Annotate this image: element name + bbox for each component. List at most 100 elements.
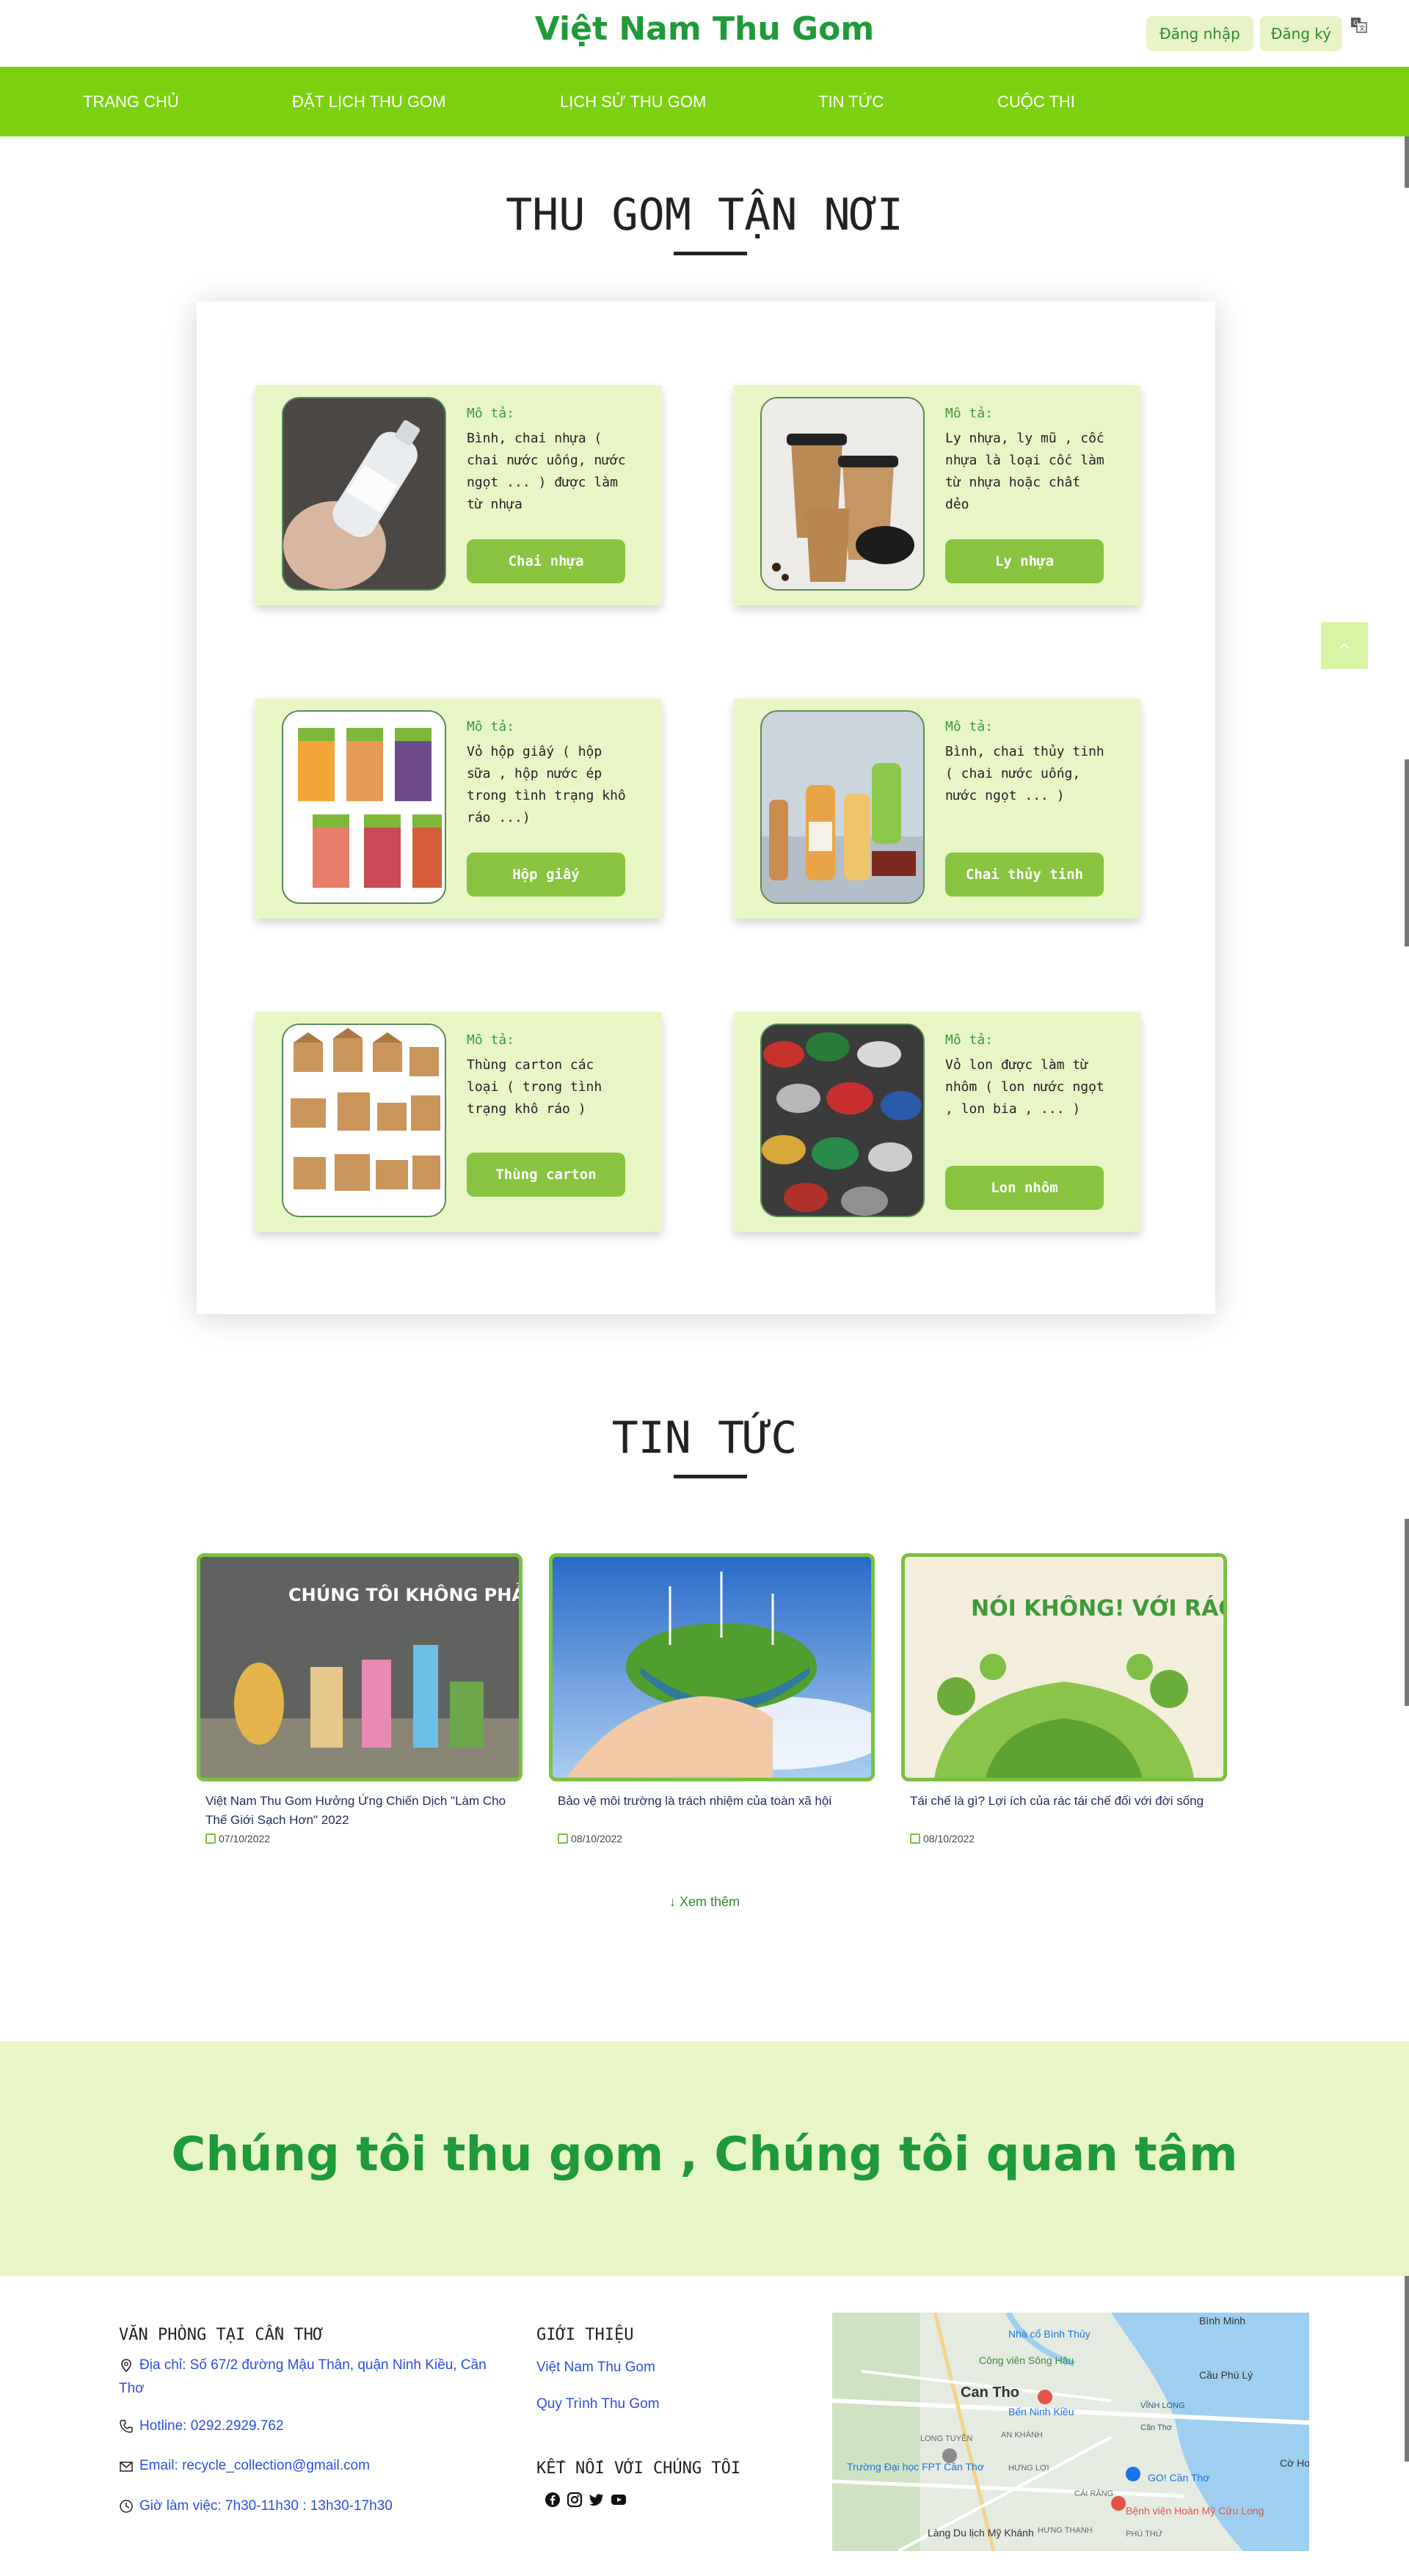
intro-heading: GIỚI THIỆU (536, 2326, 634, 2344)
intro-link-process[interactable]: Quy Trình Thu Gom (536, 2396, 660, 2412)
aluminum-cans-button[interactable]: Lon nhôm (945, 1166, 1104, 1210)
main-nav: TRANG CHỦ ĐẶT LỊCH THU GOM LỊCH SỬ THU G… (0, 67, 1409, 136)
plastic-cups-image (760, 397, 925, 591)
collection-card: Mô tả: Vỏ hộp giấy ( hộp sữa , hộp nước … (255, 698, 662, 919)
news-item-title[interactable]: Việt Nam Thu Gom Hưởng Ứng Chiến Dịch "L… (205, 1792, 514, 1830)
calendar-icon (558, 1834, 568, 1844)
register-button[interactable]: Đăng ký (1260, 16, 1342, 51)
collection-card: Mô tả: Ly nhựa, ly mũ , cốc nhựa là loại… (734, 385, 1140, 605)
item-description: Bình, chai nhựa ( chai nước uống, nước n… (467, 431, 626, 512)
news-date: 08/10/2022 (910, 1833, 975, 1847)
map-label: AN KHÁNH (1001, 2430, 1043, 2440)
map-label: Trường Đại học FPT Cần Thơ (847, 2461, 984, 2473)
map-label: Cờ Ho (1280, 2457, 1309, 2469)
instagram-icon[interactable] (567, 2492, 583, 2508)
collection-card: Mô tả: Vỏ lon được làm từ nhôm ( lon nướ… (734, 1012, 1140, 1232)
svg-text:文: 文 (1359, 24, 1365, 32)
calendar-icon (205, 1834, 216, 1844)
email-icon (120, 2462, 133, 2472)
footer-hours: Giờ làm việc: 7h30-11h30 : 13h30-17h30 (139, 2498, 393, 2514)
news-date-text: 08/10/2022 (571, 1833, 623, 1845)
map-label: HƯNG LỢI (1008, 2464, 1049, 2473)
glass-bottles-button[interactable]: Chai thủy tinh (945, 853, 1104, 897)
cardboard-boxes-button[interactable]: Thùng carton (467, 1153, 625, 1197)
connect-heading: KẾT NỐI VỚI CHÚNG TÔI (536, 2459, 741, 2478)
aluminum-cans-image (760, 1024, 925, 1217)
footer-address: Địa chỉ: Số 67/2 đường Mậu Thân, quận Ni… (119, 2357, 487, 2396)
translate-icon[interactable]: G 文 (1350, 16, 1368, 34)
top-header: Việt Nam Thu Gom Đăng nhập Đăng ký G 文 (0, 0, 1409, 67)
collection-panel: Mô tả: Bình, chai nhựa ( chai nước uống,… (197, 302, 1215, 1314)
news-image[interactable]: NÓI KHÔNG! VỚI RÁC THẢI NHỰA (901, 1553, 1227, 1781)
chevron-up-icon (1339, 643, 1350, 649)
map-label: HƯNG THẠNH (1038, 2526, 1093, 2535)
map-label: Bệnh viện Hoàn Mỹ Cửu Long (1126, 2505, 1264, 2517)
map-label: VĨNH LONG (1140, 2401, 1185, 2410)
login-button[interactable]: Đăng nhập (1146, 16, 1253, 51)
plastic-bottle-image (282, 397, 446, 591)
intro-link-about[interactable]: Việt Nam Thu Gom (536, 2360, 655, 2376)
map-label: LONG TUYỀN (920, 2434, 972, 2443)
news-item-title[interactable]: Tái chế là gì? Lợi ích của rác tái chế đ… (910, 1792, 1218, 1811)
youtube-icon[interactable] (611, 2492, 627, 2508)
footer-email[interactable]: Email: recycle_collection@gmail.com (139, 2454, 370, 2478)
edge-mark (1405, 2274, 1409, 2462)
news-title: TIN TỨC (611, 1412, 798, 1464)
collection-title-underline (674, 252, 747, 255)
paper-cartons-button[interactable]: Hộp giấy (467, 853, 625, 897)
nav-item-schedule[interactable]: ĐẶT LỊCH THU GOM (292, 67, 445, 136)
collection-card: Mô tả: Thùng carton các loại ( trong tìn… (255, 1012, 662, 1232)
facebook-icon[interactable] (545, 2492, 561, 2508)
nav-item-contest[interactable]: CUỘC THI (997, 67, 1075, 136)
calendar-icon (910, 1834, 920, 1844)
collection-title: THU GOM TẬN NƠI (506, 189, 903, 241)
news-date-text: 07/10/2022 (219, 1833, 271, 1845)
footer-hotline[interactable]: Hotline: 0292.2929.762 (139, 2415, 284, 2438)
news-image[interactable]: CHÚNG TÔI KHÔNG PHẢI LÀ RÁC (197, 1553, 523, 1781)
collection-card: Mô tả: Bình, chai thủy tinh ( chai nước … (734, 698, 1140, 919)
item-description: Vỏ hộp giấy ( hộp sữa , hộp nước ép tron… (467, 744, 626, 825)
map-label: Cầu Phú Lý (1199, 2369, 1253, 2381)
item-description: Bình, chai thủy tinh ( chai nước uống, n… (945, 744, 1104, 803)
glass-bottles-image (760, 710, 925, 904)
desc-label: Mô tả: (945, 406, 994, 421)
news-title-underline (674, 1475, 747, 1478)
plastic-cups-button[interactable]: Ly nhựa (945, 539, 1104, 583)
cardboard-boxes-image (282, 1024, 446, 1217)
map-label: GO! Cần Thơ (1148, 2472, 1209, 2484)
news-image-caption: CHÚNG TÔI KHÔNG PHẢI LÀ RÁC (288, 1581, 519, 1605)
news-date: 07/10/2022 (205, 1833, 270, 1847)
collection-card: Mô tả: Bình, chai nhựa ( chai nước uống,… (255, 385, 662, 605)
map-label: Cần Thơ (1140, 2423, 1172, 2432)
news-date-text: 08/10/2022 (923, 1833, 975, 1845)
item-description: Thùng carton các loại ( trong tình trạng… (467, 1057, 602, 1117)
map-label: Bến Ninh Kiều (1008, 2406, 1074, 2418)
news-item-title[interactable]: Bảo vệ môi trường là trách nhiệm của toà… (558, 1792, 866, 1811)
desc-label: Mô tả: (467, 1032, 515, 1048)
plastic-bottle-button[interactable]: Chai nhựa (467, 539, 625, 583)
slogan-text: Chúng tôi thu gom , Chúng tôi quan tâm (171, 2128, 1238, 2182)
location-map[interactable]: Bình Minh Nhà cổ Bình Thủy Công viên Sôn… (832, 2313, 1309, 2551)
nav-item-history[interactable]: LỊCH SỬ THU GOM (560, 67, 706, 136)
item-description: Vỏ lon được làm từ nhôm ( lon nước ngọt … (945, 1057, 1104, 1117)
paper-cartons-image (282, 710, 446, 904)
slogan-banner: Chúng tôi thu gom , Chúng tôi quan tâm (0, 2041, 1409, 2276)
desc-label: Mô tả: (467, 406, 515, 421)
phone-icon (120, 2420, 133, 2433)
see-more-link[interactable]: ↓ Xem thêm (0, 1894, 1409, 1910)
map-label: Công viên Sông Hậu (979, 2354, 1074, 2366)
map-label: CÁI RĂNG (1074, 2489, 1113, 2498)
edge-mark (1405, 1519, 1409, 1706)
nav-item-news[interactable]: TIN TỨC (818, 67, 884, 136)
map-label: Bình Minh (1199, 2315, 1245, 2327)
news-image[interactable] (549, 1553, 875, 1781)
desc-label: Mô tả: (945, 1032, 994, 1048)
map-label: PHÚ THỨ (1126, 2529, 1162, 2539)
item-description: Ly nhựa, ly mũ , cốc nhựa là loại cốc là… (945, 431, 1104, 512)
svg-text:G: G (1353, 20, 1358, 27)
desc-label: Mô tả: (467, 719, 515, 734)
scroll-to-top-button[interactable] (1321, 622, 1368, 669)
twitter-icon[interactable] (589, 2492, 605, 2508)
nav-item-home[interactable]: TRANG CHỦ (83, 67, 179, 136)
news-date: 08/10/2022 (558, 1833, 622, 1847)
